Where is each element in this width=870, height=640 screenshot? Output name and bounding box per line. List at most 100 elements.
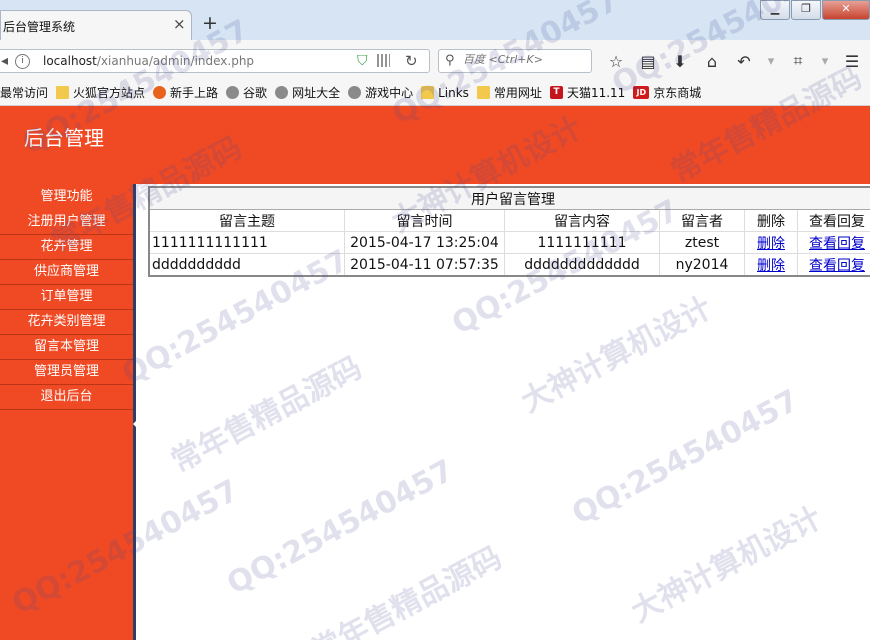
folder-icon (56, 86, 70, 99)
url-host: localhost (43, 54, 97, 68)
sidebar-item-flower-management[interactable]: 花卉管理 (0, 235, 133, 260)
search-input[interactable] (461, 52, 591, 67)
url-path: /xianhua/admin/index.php (96, 54, 255, 68)
column-header: 查看回复 (797, 209, 870, 232)
firefox-icon (153, 86, 167, 99)
dropdown-arrow-icon-2[interactable]: ▾ (814, 54, 836, 69)
cell-content: ddddddddddddd (504, 253, 660, 277)
view-reply-link-cell: 查看回复 (797, 231, 870, 254)
sidebar-item-category-management[interactable]: 花卉类别管理 (0, 310, 133, 335)
browser-navbar: ◂ i localhost/xianhua/admin/index.php ⛉ … (0, 40, 870, 80)
bookmark-label: Links (438, 85, 469, 100)
site-info-icon[interactable]: i (15, 54, 30, 69)
search-box[interactable]: ⚲ (438, 49, 592, 73)
view-reply-link[interactable]: 查看回复 (809, 258, 865, 274)
globe-icon (348, 86, 362, 99)
cell-author: ny2014 (659, 253, 745, 277)
cell-author: ztest (659, 231, 745, 254)
bookmark-links[interactable]: Links (421, 86, 469, 100)
window-controls: ▁ ❐ ✕ (759, 0, 870, 20)
bookmark-label: 新手上路 (170, 86, 219, 100)
menu-icon[interactable]: ☰ (836, 52, 868, 71)
folder-icon (421, 86, 435, 99)
cell-content: 1111111111 (504, 231, 660, 254)
bookmarks-bar: 最常访问 火狐官方站点 新手上路 谷歌 网址大全 游戏中心 Links 常用网址… (0, 80, 870, 106)
undo-icon[interactable]: ↶ (728, 52, 760, 71)
column-header: 删除 (744, 209, 798, 232)
bookmark-getting-started[interactable]: 新手上路 (153, 84, 218, 101)
bookmark-label: 网址大全 (292, 86, 341, 100)
delete-link[interactable]: 删除 (757, 258, 785, 274)
delete-link[interactable]: 删除 (757, 236, 785, 252)
bookmark-google[interactable]: 谷歌 (226, 84, 267, 101)
page-title: 后台管理 (24, 126, 104, 150)
browser-tab-strip: 后台管理系统 × + ▁ ❐ ✕ (0, 0, 870, 40)
bookmark-label: 最常访问 (0, 86, 49, 100)
delete-link-cell: 删除 (744, 231, 798, 254)
sidebar-item-order-management[interactable]: 订单管理 (0, 285, 133, 310)
bookmark-label: 谷歌 (243, 86, 268, 100)
minimize-button[interactable]: ▁ (760, 0, 790, 20)
table-row: 1111111111111 2015-04-17 13:25:04 111111… (148, 231, 870, 254)
toolbar-icons: ☆ ▤ ⬇ ⌂ ↶ ▾ ⌗ ▾ ☰ (600, 50, 868, 72)
column-header: 留言时间 (344, 209, 505, 232)
back-arrow-icon[interactable]: ◂ (1, 53, 8, 69)
address-text[interactable]: localhost/xianhua/admin/index.php (43, 54, 254, 68)
qrcode-icon[interactable] (377, 54, 390, 67)
search-icon: ⚲ (445, 53, 455, 68)
dropdown-arrow-icon[interactable]: ▾ (760, 54, 782, 69)
home-icon[interactable]: ⌂ (696, 52, 728, 71)
table-row: dddddddddd 2015-04-11 07:57:35 ddddddddd… (148, 253, 870, 277)
cell-subject: dddddddddd (148, 253, 345, 277)
view-reply-link[interactable]: 查看回复 (809, 236, 865, 252)
cell-time: 2015-04-11 07:57:35 (344, 253, 505, 277)
bookmark-common-sites[interactable]: 常用网址 (476, 84, 542, 101)
column-header: 留言主题 (148, 209, 345, 232)
shield-icon[interactable]: ⛉ (357, 53, 368, 69)
bookmark-most-visited[interactable]: 最常访问 (0, 84, 48, 101)
table-caption: 用户留言管理 (149, 187, 870, 210)
tab-title: 后台管理系统 (3, 20, 76, 34)
new-tab-button[interactable]: + (202, 13, 218, 33)
bookmark-label: 天猫11.11 (566, 86, 626, 100)
bookmark-game-center[interactable]: 游戏中心 (348, 84, 413, 101)
close-window-button[interactable]: ✕ (822, 0, 870, 20)
view-reply-link-cell: 查看回复 (797, 253, 870, 277)
sidebar-item-user-management[interactable]: 注册用户管理 (0, 210, 133, 235)
bookmark-star-icon[interactable]: ☆ (600, 52, 632, 71)
cell-time: 2015-04-17 13:25:04 (344, 231, 505, 254)
column-header: 留言内容 (504, 209, 660, 232)
bookmark-firefox-official[interactable]: 火狐官方站点 (56, 84, 145, 101)
reading-list-icon[interactable]: ▤ (632, 52, 664, 71)
tmall-icon: T (549, 86, 563, 99)
tab-close-icon[interactable]: × (173, 15, 186, 33)
bookmark-label: 京东商城 (653, 86, 702, 100)
main-content: 用户留言管理 留言主题 留言时间 留言内容 留言者 删除 查看回复 111111… (136, 184, 870, 640)
sidebar-item-supplier-management[interactable]: 供应商管理 (0, 260, 133, 285)
column-header: 留言者 (659, 209, 745, 232)
address-bar[interactable]: ◂ i localhost/xianhua/admin/index.php ⛉ … (0, 49, 430, 73)
globe-icon (275, 86, 289, 99)
bookmark-jd[interactable]: JD 京东商城 (633, 84, 701, 101)
bookmark-label: 游戏中心 (365, 86, 414, 100)
bookmark-tmall[interactable]: T 天猫11.11 (549, 84, 626, 101)
jd-icon: JD (633, 86, 650, 99)
delete-link-cell: 删除 (744, 253, 798, 277)
restore-button[interactable]: ❐ (791, 0, 821, 20)
globe-icon (226, 86, 240, 99)
bookmark-label: 常用网址 (493, 86, 542, 100)
bookmark-url-directory[interactable]: 网址大全 (275, 84, 340, 101)
reload-icon[interactable]: ↻ (405, 52, 418, 70)
sidebar-heading: 管理功能 (40, 189, 93, 204)
sidebar-item-admin-management[interactable]: 管理员管理 (0, 360, 133, 385)
guestbook-table: 用户留言管理 留言主题 留言时间 留言内容 留言者 删除 查看回复 111111… (148, 186, 870, 277)
browser-tab[interactable]: 后台管理系统 × (0, 10, 192, 40)
sidebar-item-guestbook-management[interactable]: 留言本管理 (0, 335, 133, 360)
cell-subject: 1111111111111 (148, 231, 345, 254)
folder-icon (476, 86, 490, 99)
crop-icon[interactable]: ⌗ (782, 51, 814, 71)
download-icon[interactable]: ⬇ (664, 52, 696, 71)
admin-page: 后台管理 管理功能 注册用户管理 花卉管理 供应商管理 订单管理 花卉类别管理 … (0, 106, 870, 640)
sidebar-item-logout[interactable]: 退出后台 (0, 385, 133, 410)
bookmark-label: 火狐官方站点 (73, 86, 146, 100)
